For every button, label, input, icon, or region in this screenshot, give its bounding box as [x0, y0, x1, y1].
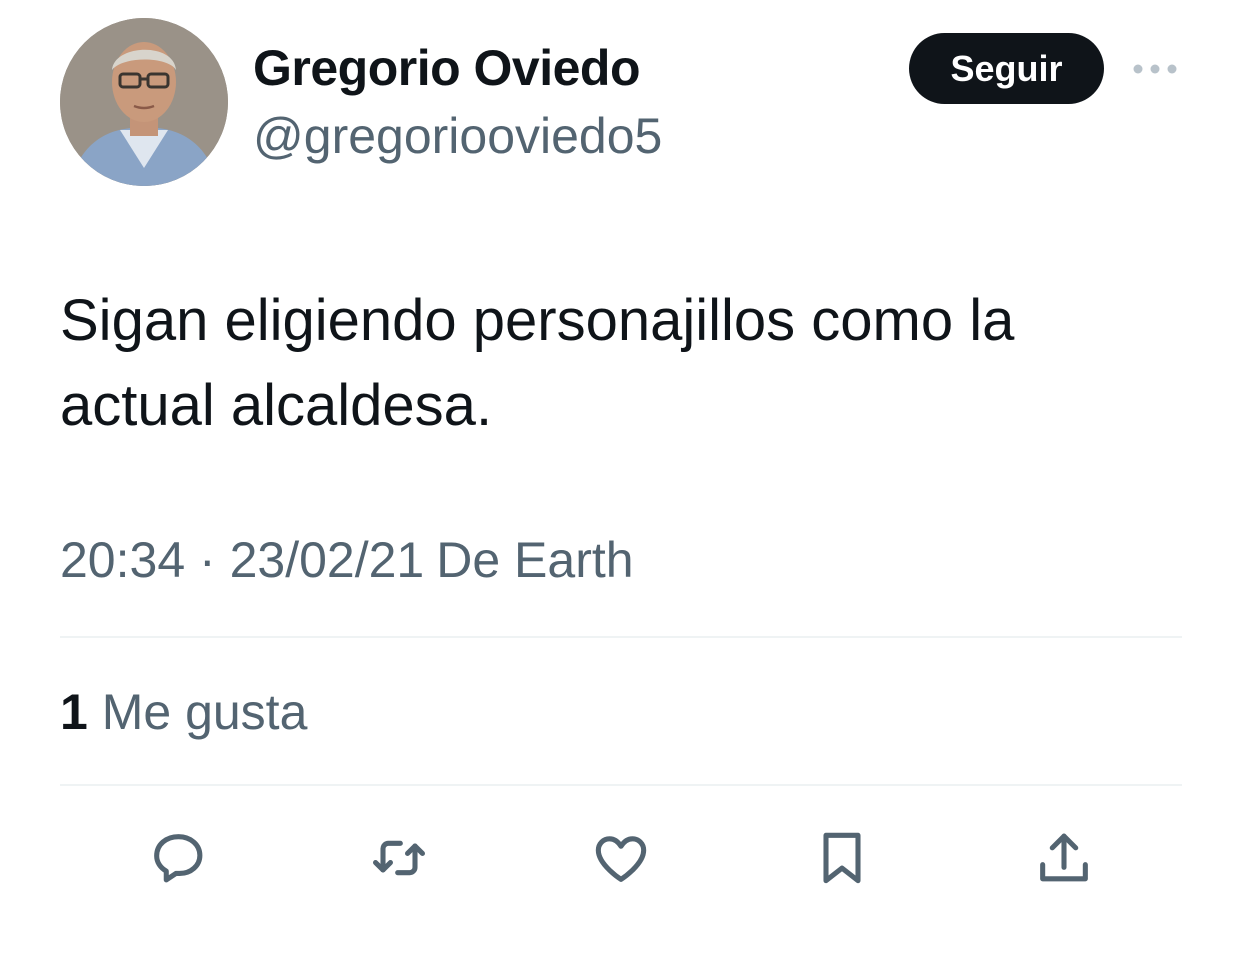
author-name[interactable]: Gregorio Oviedo — [253, 36, 641, 100]
bookmark-icon[interactable] — [810, 826, 874, 890]
tweet-meta: 20:34 · 23/02/21 De Earth — [60, 528, 634, 592]
reply-icon[interactable] — [146, 826, 210, 890]
divider — [60, 636, 1182, 638]
like-icon[interactable] — [589, 826, 653, 890]
tweet-time[interactable]: 20:34 — [60, 532, 185, 588]
avatar-image — [60, 18, 228, 186]
avatar[interactable] — [60, 18, 228, 186]
tweet-date[interactable]: 23/02/21 — [230, 532, 425, 588]
more-options-icon[interactable] — [1130, 56, 1180, 82]
likes-count: 1 — [60, 684, 88, 740]
retweet-icon[interactable] — [367, 826, 431, 890]
share-icon[interactable] — [1032, 826, 1096, 890]
meta-separator: · — [199, 532, 216, 588]
likes-label: Me gusta — [101, 684, 308, 740]
tweet-source[interactable]: De Earth — [436, 532, 633, 588]
likes-link[interactable]: 1 Me gusta — [60, 680, 307, 744]
author-handle[interactable]: @gregoriooviedo5 — [253, 104, 662, 168]
divider — [60, 784, 1182, 786]
follow-button[interactable]: Seguir — [909, 33, 1104, 104]
tweet-text: Sigan eligiendo personajillos como la ac… — [60, 288, 1015, 438]
